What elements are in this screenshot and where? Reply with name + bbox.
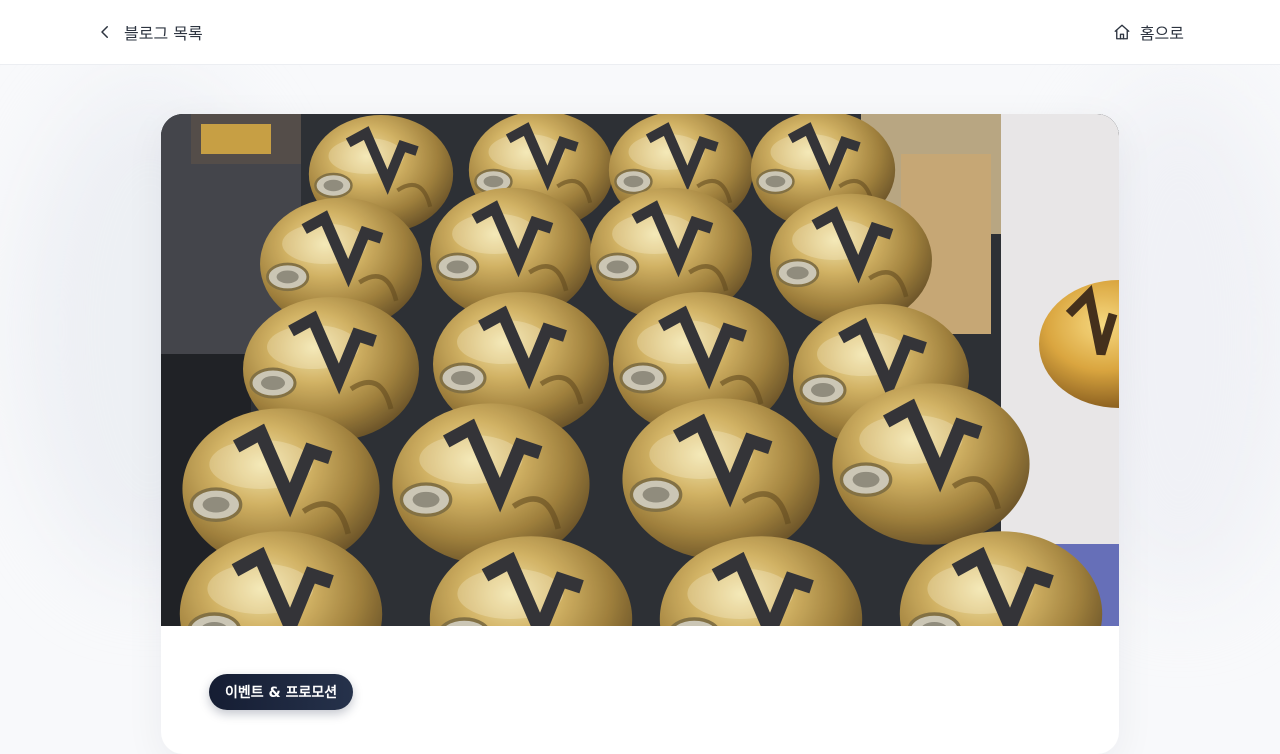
back-to-blog-list-link[interactable]: 블로그 목록 bbox=[96, 18, 203, 46]
back-link-label: 블로그 목록 bbox=[124, 24, 203, 43]
blog-post-card: 이벤트 & 프로모션 bbox=[161, 114, 1119, 754]
home-link-label: 홈으로 bbox=[1139, 24, 1184, 43]
golf-driver-heads-photo bbox=[161, 114, 1119, 626]
post-hero-image bbox=[161, 114, 1119, 626]
home-link[interactable]: 홈으로 bbox=[1113, 18, 1184, 46]
post-category-badge[interactable]: 이벤트 & 프로모션 bbox=[209, 674, 354, 710]
home-icon bbox=[1114, 24, 1130, 40]
chevron-left-icon bbox=[101, 26, 108, 38]
top-navigation-bar: 블로그 목록 홈으로 bbox=[0, 0, 1280, 65]
